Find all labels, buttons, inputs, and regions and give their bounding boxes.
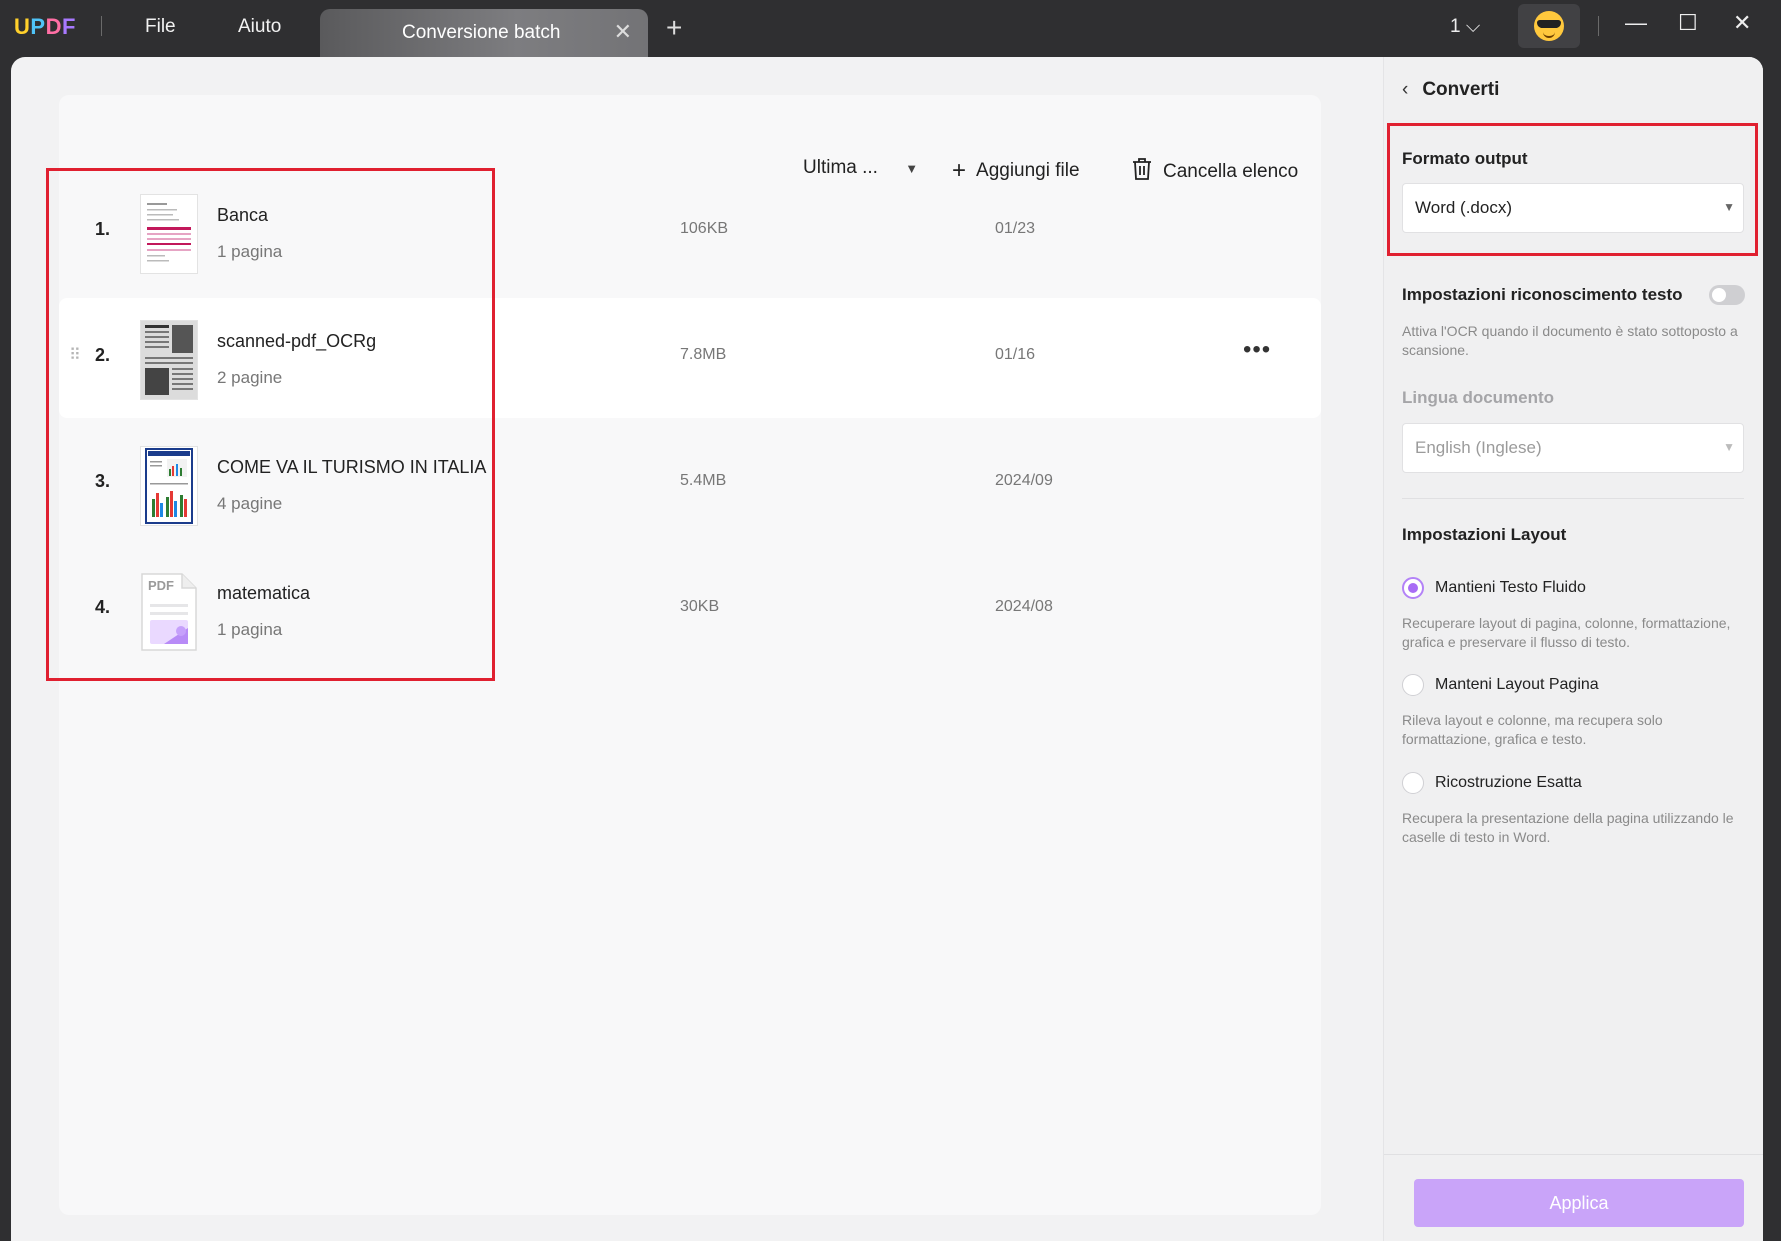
close-window-icon[interactable]: ✕ (1733, 10, 1751, 36)
bank-document-thumbnail (140, 194, 198, 274)
file-row[interactable]: 1. Banca 1 pagina 106KB 01/23 (59, 172, 1321, 292)
file-size: 7.8MB (680, 346, 727, 363)
file-name: matematica (217, 583, 311, 603)
file-name: scanned-pdf_OCRg (217, 331, 377, 351)
selected-language: English (Inglese) (1415, 438, 1542, 457)
page-count: 1 pagina (217, 620, 283, 639)
option-help-text: Recupera la presentazione della pagina u… (1402, 810, 1734, 845)
pdf-label: PDF (148, 578, 174, 593)
ocr-toggle[interactable] (1709, 285, 1745, 305)
option-label: Ricostruzione Esatta (1435, 774, 1582, 791)
menu-help[interactable]: Aiuto (238, 16, 281, 38)
option-help-text: Rileva layout e colonne, ma recupera sol… (1402, 712, 1663, 747)
maximize-icon[interactable]: ☐ (1678, 10, 1698, 36)
option-keep-page-layout[interactable]: Manteni Layout Pagina (1402, 674, 1599, 696)
file-date: 2024/08 (995, 598, 1053, 615)
tab-batch-conversion[interactable]: Conversione batch ✕ (320, 9, 648, 57)
option-label: Manteni Layout Pagina (1435, 676, 1599, 693)
file-date: 2024/09 (995, 472, 1053, 489)
file-date: 01/23 (995, 220, 1036, 237)
chart-document-thumbnail (140, 446, 198, 526)
avatar[interactable] (1518, 4, 1580, 48)
back-chevron-icon[interactable]: ‹ (1402, 79, 1408, 100)
ocr-settings-label: Impostazioni riconoscimento testo (1402, 285, 1683, 304)
minimize-icon[interactable]: — (1625, 10, 1647, 36)
menu-file[interactable]: File (145, 16, 176, 38)
row-index: 3. (95, 471, 111, 491)
title-bar: UPDF File Aiuto Conversione batch ✕ + 1 … (0, 0, 1781, 57)
option-exact-reconstruction[interactable]: Ricostruzione Esatta (1402, 772, 1582, 794)
file-date: 01/16 (995, 346, 1036, 363)
main-window: Ultima ... ▼ + Aggiungi file Cancella ele… (11, 57, 1763, 1241)
sidebar-header: ‹ Converti (1402, 79, 1499, 101)
file-name: Banca (217, 205, 269, 225)
radio-checked-icon[interactable] (1402, 577, 1424, 599)
file-row[interactable]: 3. COME VA IL TURISMO IN ITALIA 4 pagine… (59, 424, 1321, 544)
sunglasses-emoji-icon (1534, 11, 1564, 41)
divider (101, 16, 102, 36)
sidebar-title: Converti (1422, 79, 1500, 100)
selected-format: Word (.docx) (1415, 198, 1512, 217)
radio-icon[interactable] (1402, 674, 1424, 696)
layout-settings-label: Impostazioni Layout (1402, 525, 1567, 544)
file-size: 5.4MB (680, 472, 727, 489)
divider (1402, 498, 1744, 499)
divider (1598, 16, 1599, 36)
row-index: 4. (95, 597, 111, 617)
tab-label: Conversione batch (402, 22, 561, 43)
add-tab-icon[interactable]: + (666, 14, 682, 42)
file-size: 106KB (680, 220, 729, 237)
file-row[interactable]: ⠿ 2. scanned-pdf_OCRg 2 pagine 7.8MB 01/… (59, 298, 1321, 418)
row-index: 1. (95, 219, 111, 239)
updf-logo: UPDF (14, 14, 76, 39)
scanned-document-thumbnail (140, 320, 198, 400)
page-count: 2 pagine (217, 368, 283, 387)
convert-sidebar: ‹ Converti Formato output Word (.docx) ▼ … (1383, 57, 1763, 1241)
divider (1384, 1154, 1763, 1155)
pdf-file-icon: PDF (140, 572, 198, 652)
caret-down-icon: ▼ (1723, 200, 1735, 214)
file-list-panel: Ultima ... ▼ + Aggiungi file Cancella ele… (59, 95, 1321, 1215)
drag-handle-icon[interactable]: ⠿ (69, 345, 81, 365)
ocr-help-text: Attiva l'OCR quando il documento è stato… (1402, 323, 1738, 358)
option-label: Mantieni Testo Fluido (1435, 579, 1586, 596)
document-language-label: Lingua documento (1402, 388, 1555, 407)
page-selector[interactable]: 1 ⌵ (1450, 16, 1480, 38)
option-help-text: Recuperare layout di pagina, colonne, fo… (1402, 615, 1731, 650)
file-row[interactable]: 4. PDF matematica 1 pagina 30KB 2024/08 (59, 550, 1321, 670)
file-size: 30KB (680, 598, 720, 615)
output-format-label: Formato output (1402, 149, 1528, 168)
row-index: 2. (95, 345, 111, 365)
page-count: 1 pagina (217, 242, 283, 261)
close-icon[interactable]: ✕ (614, 19, 632, 45)
output-format-select[interactable]: Word (.docx) ▼ (1402, 183, 1744, 233)
option-keep-text-flow[interactable]: Mantieni Testo Fluido (1402, 577, 1586, 599)
page-count: 4 pagine (217, 494, 283, 513)
file-name: COME VA IL TURISMO IN ITALIA (217, 457, 487, 477)
apply-button[interactable]: Applica (1414, 1179, 1744, 1227)
radio-icon[interactable] (1402, 772, 1424, 794)
more-options-icon[interactable]: ••• (1243, 336, 1271, 364)
document-language-select[interactable]: English (Inglese) ▼ (1402, 423, 1744, 473)
caret-down-icon: ▼ (1723, 440, 1735, 454)
